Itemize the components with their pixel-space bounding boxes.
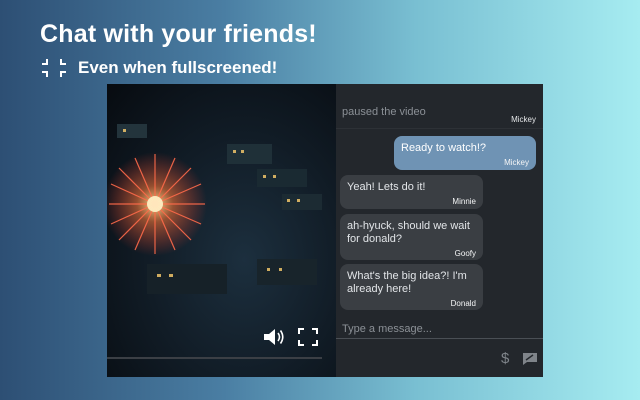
system-message-text: paused the video [342, 106, 426, 118]
promo-subheadline-text: Even when fullscreened! [78, 58, 278, 77]
video-player[interactable] [107, 84, 336, 377]
chat-message: Yeah! Lets do it! Minnie [340, 175, 483, 209]
message-author: Donald [450, 299, 476, 308]
chat-message: ah-hyuck, should we wait for donald? Goo… [340, 214, 483, 260]
message-text: ah-hyuck, should we wait for donald? [347, 220, 470, 245]
message-text: Ready to watch!? [401, 142, 486, 154]
promo-headline: Chat with your friends! [40, 20, 317, 48]
app-screenshot: paused the video Mickey Ready to watch!?… [107, 84, 543, 377]
system-message: paused the video Mickey [336, 84, 543, 129]
chat-message: What's the big idea?! I'm already here! … [340, 264, 483, 310]
send-message-icon[interactable] [522, 352, 538, 366]
message-text: What's the big idea?! I'm already here! [347, 270, 467, 295]
message-author: Goofy [454, 249, 476, 258]
fullscreen-icon[interactable] [298, 328, 318, 346]
dollar-icon[interactable]: $ [501, 350, 509, 367]
message-input-row [336, 318, 543, 340]
message-author: Minnie [452, 197, 476, 206]
exit-fullscreen-icon [42, 59, 66, 77]
chat-panel: paused the video Mickey Ready to watch!?… [336, 84, 543, 377]
video-progress-bar[interactable] [107, 357, 322, 359]
promo-subheadline: Even when fullscreened! [40, 58, 277, 78]
chat-message-self: Ready to watch!? Mickey [394, 136, 536, 170]
message-author: Mickey [504, 158, 529, 167]
system-message-author: Mickey [511, 115, 536, 124]
volume-icon[interactable] [263, 328, 285, 346]
message-text: Yeah! Lets do it! [347, 181, 426, 193]
message-input[interactable] [340, 318, 534, 340]
